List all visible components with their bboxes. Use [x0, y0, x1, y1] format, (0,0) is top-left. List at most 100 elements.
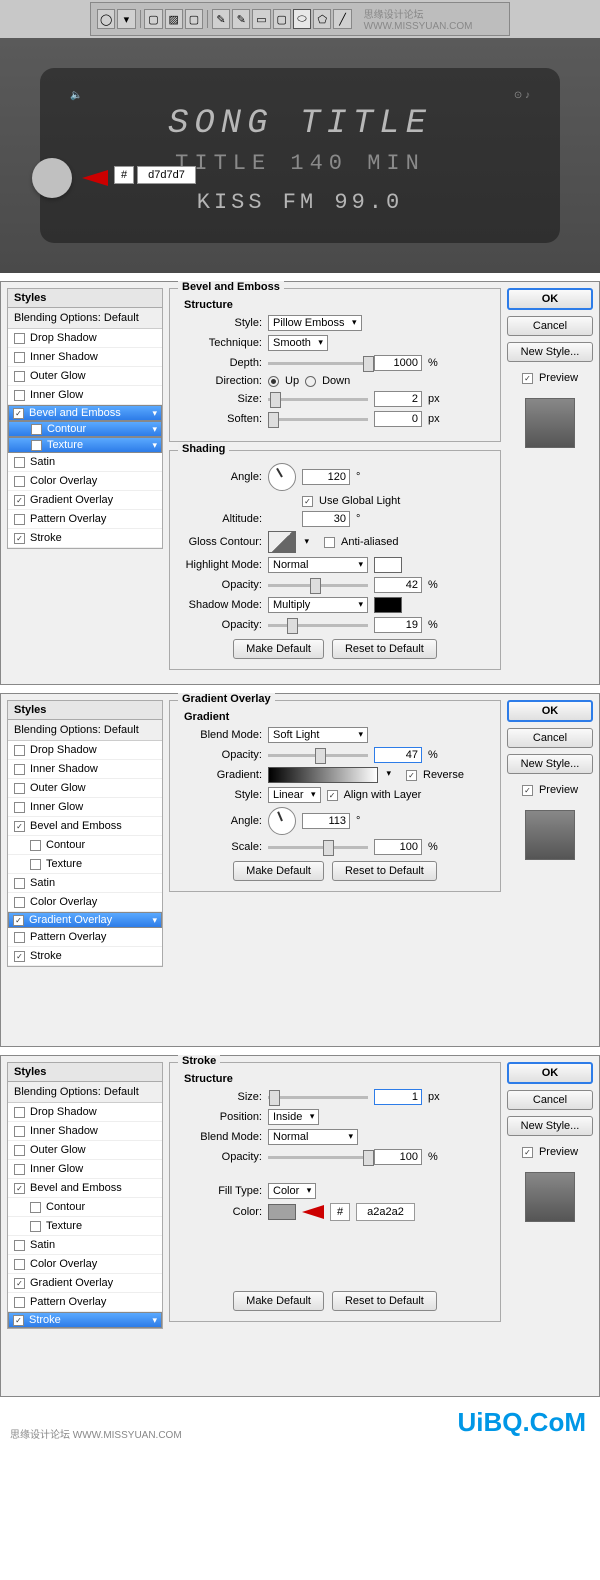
size-slider[interactable] [268, 398, 368, 401]
style-gradient-overlay[interactable]: ✓Gradient Overlay [8, 1274, 162, 1293]
pen-icon[interactable]: ✎ [212, 9, 230, 29]
soften-input[interactable]: 0 [374, 411, 422, 427]
highlight-color-swatch[interactable] [374, 557, 402, 573]
style-color-overlay[interactable]: Color Overlay [8, 472, 162, 491]
style-gradient-overlay[interactable]: ✓Gradient Overlay [8, 491, 162, 510]
stroke-blend-select[interactable]: Normal [268, 1129, 358, 1145]
global-light-checkbox[interactable]: ✓ [302, 496, 313, 507]
style-satin[interactable]: Satin [8, 874, 162, 893]
cancel-button[interactable]: Cancel [507, 728, 593, 748]
style-texture[interactable]: Texture [8, 855, 162, 874]
grad-style-select[interactable]: Linear [268, 787, 321, 803]
make-default-button[interactable]: Make Default [233, 1291, 324, 1311]
new-style-button[interactable]: New Style... [507, 754, 593, 774]
shadow-opacity-input[interactable]: 19 [374, 617, 422, 633]
rectangle-icon[interactable]: ▭ [252, 9, 270, 29]
style-pattern-overlay[interactable]: Pattern Overlay [8, 510, 162, 529]
style-bevel-emboss[interactable]: ✓Bevel and Emboss [8, 405, 162, 421]
stroke-opacity-slider[interactable] [268, 1156, 368, 1159]
style-satin[interactable]: Satin [8, 1236, 162, 1255]
grad-angle-input[interactable]: 113 [302, 813, 350, 829]
ellipse-tool-icon[interactable]: ◯ [97, 9, 115, 29]
line-icon[interactable]: ╱ [333, 9, 351, 29]
anti-aliased-checkbox[interactable] [324, 537, 335, 548]
stroke-filltype-select[interactable]: Color [268, 1183, 316, 1199]
style-stroke[interactable]: ✓Stroke [8, 947, 162, 966]
stroke-opacity-input[interactable]: 100 [374, 1149, 422, 1165]
reverse-checkbox[interactable]: ✓ [406, 770, 417, 781]
shadow-opacity-slider[interactable] [268, 624, 368, 627]
style-satin[interactable]: Satin [8, 453, 162, 472]
depth-slider[interactable] [268, 362, 368, 365]
stroke-color-swatch[interactable] [268, 1204, 296, 1220]
grad-opacity-input[interactable]: 47 [374, 747, 422, 763]
style-bevel-emboss[interactable]: ✓Bevel and Emboss [8, 817, 162, 836]
bevel-technique-select[interactable]: Smooth [268, 335, 328, 351]
preview-checkbox[interactable]: ✓ [522, 785, 533, 796]
style-gradient-overlay[interactable]: ✓Gradient Overlay [8, 912, 162, 928]
style-inner-glow[interactable]: Inner Glow [8, 1160, 162, 1179]
style-outer-glow[interactable]: Outer Glow [8, 779, 162, 798]
new-style-button[interactable]: New Style... [507, 1116, 593, 1136]
grad-scale-input[interactable]: 100 [374, 839, 422, 855]
style-color-overlay[interactable]: Color Overlay [8, 893, 162, 912]
highlight-mode-select[interactable]: Normal [268, 557, 368, 573]
grad-blend-select[interactable]: Soft Light [268, 727, 368, 743]
altitude-input[interactable]: 30 [302, 511, 350, 527]
shadow-mode-select[interactable]: Multiply [268, 597, 368, 613]
new-style-button[interactable]: New Style... [507, 342, 593, 362]
style-bevel-emboss[interactable]: ✓Bevel and Emboss [8, 1179, 162, 1198]
blending-options[interactable]: Blending Options: Default [8, 308, 162, 329]
make-default-button[interactable]: Make Default [233, 639, 324, 659]
style-drop-shadow[interactable]: Drop Shadow [8, 329, 162, 348]
style-contour[interactable]: Contour [8, 421, 162, 437]
freeform-pen-icon[interactable]: ✎ [232, 9, 250, 29]
shape-layer-icon[interactable]: ▢ [144, 9, 162, 29]
style-pattern-overlay[interactable]: Pattern Overlay [8, 928, 162, 947]
style-drop-shadow[interactable]: Drop Shadow [8, 741, 162, 760]
ellipse-shape-icon[interactable]: ⬭ [293, 9, 311, 29]
highlight-opacity-input[interactable]: 42 [374, 577, 422, 593]
align-layer-checkbox[interactable]: ✓ [327, 790, 338, 801]
size-input[interactable]: 2 [374, 391, 422, 407]
paths-icon[interactable]: ▨ [165, 9, 183, 29]
make-default-button[interactable]: Make Default [233, 861, 324, 881]
style-texture[interactable]: Texture [8, 1217, 162, 1236]
reset-default-button[interactable]: Reset to Default [332, 1291, 437, 1311]
stroke-position-select[interactable]: Inside [268, 1109, 319, 1125]
style-stroke[interactable]: ✓Stroke [8, 1312, 162, 1328]
cancel-button[interactable]: Cancel [507, 316, 593, 336]
style-outer-glow[interactable]: Outer Glow [8, 1141, 162, 1160]
style-inner-glow[interactable]: Inner Glow [8, 798, 162, 817]
ok-button[interactable]: OK [507, 288, 593, 310]
style-outer-glow[interactable]: Outer Glow [8, 367, 162, 386]
depth-input[interactable]: 1000 [374, 355, 422, 371]
polygon-icon[interactable]: ⬠ [313, 9, 331, 29]
style-texture[interactable]: Texture [8, 437, 162, 453]
gloss-contour-swatch[interactable] [268, 531, 296, 553]
gradient-swatch[interactable] [268, 767, 378, 783]
fill-pixels-icon[interactable]: ▢ [185, 9, 203, 29]
style-inner-glow[interactable]: Inner Glow [8, 386, 162, 405]
style-stroke[interactable]: ✓Stroke [8, 529, 162, 548]
stroke-size-input[interactable]: 1 [374, 1089, 422, 1105]
style-inner-shadow[interactable]: Inner Shadow [8, 348, 162, 367]
grad-scale-slider[interactable] [268, 846, 368, 849]
dropdown-icon[interactable]: ▾ [117, 9, 135, 29]
style-color-overlay[interactable]: Color Overlay [8, 1255, 162, 1274]
stroke-size-slider[interactable] [268, 1096, 368, 1099]
preview-checkbox[interactable]: ✓ [522, 373, 533, 384]
direction-up-radio[interactable] [268, 376, 279, 387]
style-inner-shadow[interactable]: Inner Shadow [8, 760, 162, 779]
cancel-button[interactable]: Cancel [507, 1090, 593, 1110]
bevel-style-select[interactable]: Pillow Emboss [268, 315, 362, 331]
highlight-opacity-slider[interactable] [268, 584, 368, 587]
style-contour[interactable]: Contour [8, 836, 162, 855]
style-pattern-overlay[interactable]: Pattern Overlay [8, 1293, 162, 1312]
rounded-rect-icon[interactable]: ▢ [273, 9, 291, 29]
angle-dial[interactable] [268, 463, 296, 491]
reset-default-button[interactable]: Reset to Default [332, 861, 437, 881]
ok-button[interactable]: OK [507, 1062, 593, 1084]
grad-angle-dial[interactable] [268, 807, 296, 835]
grad-opacity-slider[interactable] [268, 754, 368, 757]
